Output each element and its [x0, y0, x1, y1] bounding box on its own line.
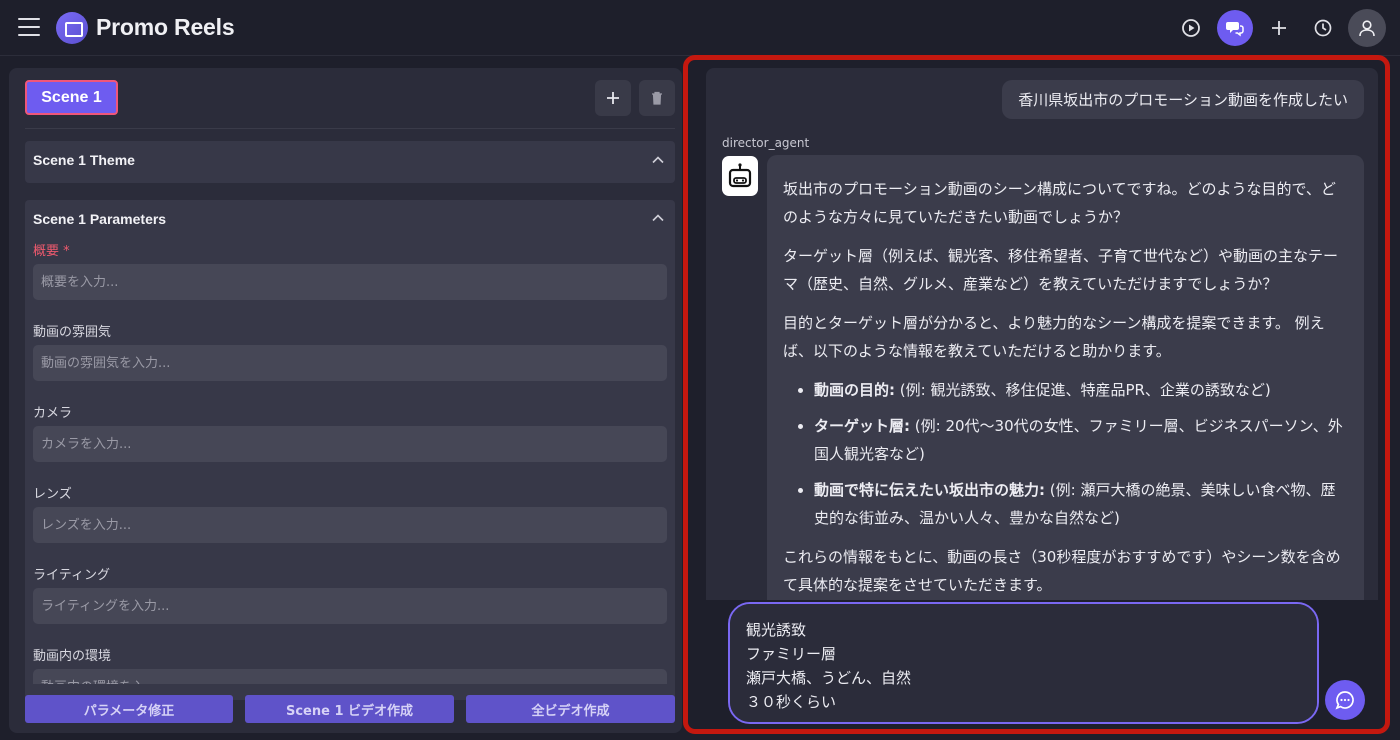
add-scene-button[interactable]	[595, 80, 631, 116]
lighting-input[interactable]	[33, 588, 667, 624]
plus-icon[interactable]	[1261, 10, 1297, 46]
lens-input[interactable]	[33, 507, 667, 543]
app-logo	[56, 12, 88, 44]
environment-input[interactable]	[33, 669, 667, 684]
parameters-accordion-title: Scene 1 Parameters	[33, 211, 167, 227]
tab-scene-1[interactable]: Scene 1	[25, 80, 118, 115]
mood-label: 動画の雰囲気	[33, 325, 112, 340]
history-icon[interactable]	[1305, 10, 1341, 46]
summary-input[interactable]	[33, 264, 667, 300]
create-all-videos-button[interactable]: 全ビデオ作成	[466, 695, 675, 723]
lens-label: レンズ	[33, 487, 72, 502]
play-icon[interactable]	[1173, 10, 1209, 46]
create-scene-video-button[interactable]: Scene 1 ビデオ作成	[245, 695, 454, 723]
highlight-frame	[683, 55, 1390, 734]
mood-input[interactable]	[33, 345, 667, 381]
chevron-up-icon[interactable]	[651, 211, 665, 225]
scene-editor-panel: Scene 1 Scene 1 Theme Scene 1 Parameters…	[9, 68, 682, 733]
camera-label: カメラ	[33, 406, 73, 421]
user-icon[interactable]	[1348, 9, 1386, 47]
theme-accordion-title: Scene 1 Theme	[33, 152, 135, 168]
plus-icon	[607, 92, 619, 104]
environment-input-clip	[33, 669, 667, 684]
environment-label: 動画内の環境	[33, 649, 112, 664]
chevron-up-icon[interactable]	[651, 153, 665, 167]
app-title: Promo Reels	[96, 14, 235, 40]
fix-parameters-button[interactable]: パラメータ修正	[25, 695, 233, 723]
chat-icon[interactable]	[1217, 10, 1253, 46]
app-header: Promo Reels	[0, 0, 1400, 56]
summary-label: 概要 *	[33, 244, 70, 259]
trash-icon	[652, 91, 662, 105]
delete-scene-button[interactable]	[639, 80, 675, 116]
lighting-label: ライティング	[33, 568, 110, 583]
camera-input[interactable]	[33, 426, 667, 462]
divider	[25, 128, 675, 129]
menu-icon[interactable]	[18, 18, 40, 38]
theme-accordion[interactable]: Scene 1 Theme	[25, 141, 675, 183]
